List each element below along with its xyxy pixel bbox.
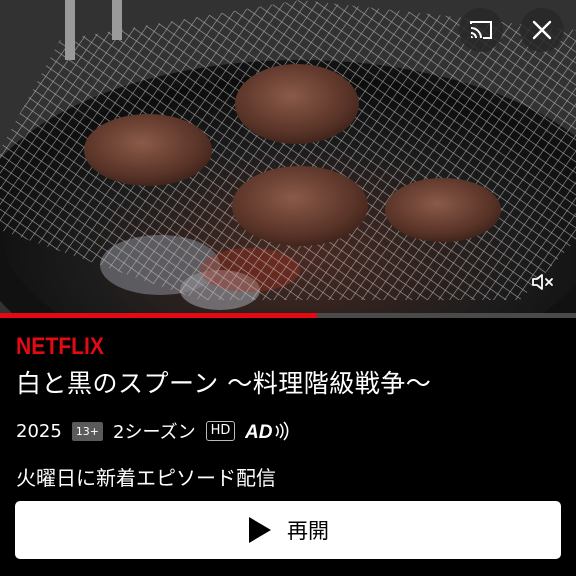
season-count: 2シーズン	[113, 422, 196, 443]
show-metadata: 2025 13+ 2シーズン HD AD	[16, 418, 291, 444]
release-year: 2025	[16, 420, 62, 442]
resume-button[interactable]: 再開	[15, 501, 561, 559]
play-icon	[249, 517, 271, 543]
close-button[interactable]	[520, 8, 564, 52]
svg-text:NETFLIX: NETFLIX	[16, 333, 104, 357]
playback-progress-bar[interactable]	[0, 313, 576, 318]
cast-icon	[470, 21, 492, 39]
svg-text:AD: AD	[245, 422, 273, 441]
mute-button[interactable]	[529, 268, 557, 296]
show-title: 白と黒のスプーン 〜料理階級戦争〜	[16, 369, 432, 398]
netflix-logo: NETFLIX	[16, 333, 104, 357]
playback-progress-fill	[0, 313, 317, 318]
cast-button[interactable]	[459, 8, 503, 52]
volume-muted-icon	[532, 274, 553, 290]
new-episode-notice: 火曜日に新着エピソード配信	[16, 466, 276, 490]
close-icon	[532, 20, 552, 40]
resume-label: 再開	[287, 519, 329, 543]
audio-description-icon: AD	[245, 421, 291, 441]
hd-badge: HD	[205, 421, 236, 441]
video-preview[interactable]	[0, 0, 576, 318]
maturity-rating-badge: 13+	[71, 421, 104, 441]
